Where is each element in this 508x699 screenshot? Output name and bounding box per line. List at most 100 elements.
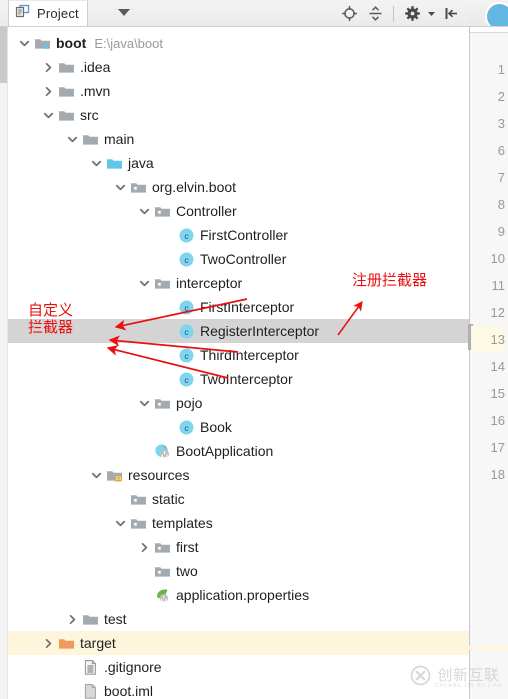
collapse-all-icon[interactable] bbox=[363, 2, 387, 26]
package-icon bbox=[128, 487, 148, 511]
hide-panel-icon[interactable] bbox=[439, 2, 463, 26]
gutter-line-number[interactable]: 10 bbox=[471, 245, 505, 272]
chevron-right-icon[interactable] bbox=[40, 55, 56, 79]
tree-row-twocontroller[interactable]: c TwoController bbox=[8, 247, 469, 271]
editor-tab-accent-icon[interactable] bbox=[485, 2, 508, 26]
gutter-line-number[interactable]: 6 bbox=[471, 137, 505, 164]
tree-row-label: .gitignore bbox=[104, 659, 162, 675]
tree-row-label: org.elvin.boot bbox=[152, 179, 237, 195]
chevron-right-icon[interactable] bbox=[40, 631, 56, 655]
tree-row-resources[interactable]: resources bbox=[8, 463, 469, 487]
gear-dropdown-caret-icon[interactable] bbox=[426, 2, 437, 26]
watermark: 创新互联 CHUANG XIN HU LIAN bbox=[410, 665, 502, 691]
tree-row-label: Book bbox=[200, 419, 232, 435]
tree-row-boot-iml[interactable]: boot.iml bbox=[8, 679, 469, 699]
gutter-line-number[interactable]: 8 bbox=[471, 191, 505, 218]
tree-row-target[interactable]: target bbox=[8, 631, 469, 655]
tree-row-java[interactable]: java bbox=[8, 151, 469, 175]
chevron-down-icon[interactable] bbox=[88, 151, 104, 175]
tree-row-bootapplication[interactable]: BootApplication bbox=[8, 439, 469, 463]
twisty-spacer bbox=[112, 487, 128, 511]
chevron-down-icon[interactable] bbox=[136, 271, 152, 295]
locate-target-icon[interactable] bbox=[337, 2, 361, 26]
iml-file-icon bbox=[80, 679, 100, 699]
tree-row-label: boot bbox=[56, 35, 87, 51]
chevron-down-icon[interactable] bbox=[112, 175, 128, 199]
gutter-line-number[interactable]: 18 bbox=[471, 461, 505, 488]
chevron-down-icon[interactable] bbox=[88, 463, 104, 487]
gutter-line-number[interactable]: 7 bbox=[471, 164, 505, 191]
custom-interceptor-note: 自定义 拦截器 bbox=[28, 301, 74, 336]
twisty-spacer bbox=[160, 247, 176, 271]
gutter-line-number[interactable]: 1 bbox=[471, 56, 505, 83]
chevron-down-icon[interactable] bbox=[136, 391, 152, 415]
tree-row-src[interactable]: src bbox=[8, 103, 469, 127]
gutter-line-number[interactable]: 14 bbox=[471, 353, 505, 380]
tree-row-application-properties[interactable]: application.properties bbox=[8, 583, 469, 607]
tree-row-label: FirstInterceptor bbox=[200, 299, 295, 315]
tree-row-first[interactable]: first bbox=[8, 535, 469, 559]
tree-row-main[interactable]: main bbox=[8, 127, 469, 151]
tree-row-thirdinterceptor[interactable]: c ThirdInterceptor bbox=[8, 343, 469, 367]
project-vertical-scrollbar[interactable] bbox=[0, 27, 8, 699]
chevron-down-icon[interactable] bbox=[112, 511, 128, 535]
tree-row-twointerceptor[interactable]: c TwoInterceptor bbox=[8, 367, 469, 391]
gutter-line-number[interactable]: 9 bbox=[471, 218, 505, 245]
gutter-line-number[interactable]: 16 bbox=[471, 407, 505, 434]
tree-row-templates[interactable]: templates bbox=[8, 511, 469, 535]
folder-icon bbox=[80, 607, 100, 631]
tree-row-idea[interactable]: .idea bbox=[8, 55, 469, 79]
gear-settings-icon[interactable] bbox=[400, 2, 424, 26]
tab-project[interactable]: Project bbox=[8, 0, 88, 26]
tree-row-path: E:\java\boot bbox=[94, 35, 163, 51]
chevron-right-icon[interactable] bbox=[40, 79, 56, 103]
tree-row-controller[interactable]: Controller bbox=[8, 199, 469, 223]
project-tree[interactable]: boot E:\java\boot .idea .mvn src main java org.… bbox=[8, 27, 469, 699]
chevron-right-icon[interactable] bbox=[136, 535, 152, 559]
package-icon bbox=[128, 175, 148, 199]
gutter-line-number[interactable]: 12 bbox=[471, 299, 505, 326]
chevron-right-icon[interactable] bbox=[64, 607, 80, 631]
tree-row-firstcontroller[interactable]: c FirstController bbox=[8, 223, 469, 247]
folder-icon bbox=[56, 103, 76, 127]
chevron-down-icon[interactable] bbox=[136, 199, 152, 223]
tree-row-label: TwoInterceptor bbox=[200, 371, 293, 387]
gutter-line-number[interactable]: 13 bbox=[471, 326, 505, 353]
chevron-down-icon[interactable] bbox=[40, 103, 56, 127]
tree-row-static[interactable]: static bbox=[8, 487, 469, 511]
folder-icon bbox=[56, 55, 76, 79]
tree-row-gitignore[interactable]: .gitignore bbox=[8, 655, 469, 679]
tree-row-book[interactable]: c Book bbox=[8, 415, 469, 439]
tree-row-test[interactable]: test bbox=[8, 607, 469, 631]
tree-row-pojo[interactable]: pojo bbox=[8, 391, 469, 415]
svg-text:c: c bbox=[184, 326, 189, 336]
tree-row-registerinterceptor[interactable]: c RegisterInterceptor bbox=[8, 319, 469, 343]
tree-row-label: RegisterInterceptor bbox=[200, 323, 320, 339]
twisty-spacer bbox=[160, 295, 176, 319]
gutter-line-number[interactable]: 11 bbox=[471, 272, 506, 299]
tree-row-boot[interactable]: boot E:\java\boot bbox=[8, 31, 469, 55]
chevron-down-icon[interactable] bbox=[118, 9, 130, 16]
tree-row-mvn[interactable]: .mvn bbox=[8, 79, 469, 103]
gutter-line-number[interactable]: 3 bbox=[471, 110, 505, 137]
tree-row-label: TwoController bbox=[200, 251, 287, 267]
folder-icon bbox=[56, 79, 76, 103]
gutter-line-number[interactable]: 15 bbox=[471, 380, 505, 407]
tree-row-label: main bbox=[104, 131, 135, 147]
tree-row-two[interactable]: two bbox=[8, 559, 469, 583]
scrollbar-thumb[interactable] bbox=[0, 27, 7, 83]
tree-row-firstinterceptor[interactable]: c FirstInterceptor bbox=[8, 295, 469, 319]
chevron-down-icon[interactable] bbox=[16, 31, 32, 55]
tree-row-org-elvin-boot[interactable]: org.elvin.boot bbox=[8, 175, 469, 199]
chevron-down-icon[interactable] bbox=[64, 127, 80, 151]
gutter-line-number[interactable]: 17 bbox=[471, 434, 505, 461]
gutter-line-number[interactable]: 2 bbox=[471, 83, 505, 110]
